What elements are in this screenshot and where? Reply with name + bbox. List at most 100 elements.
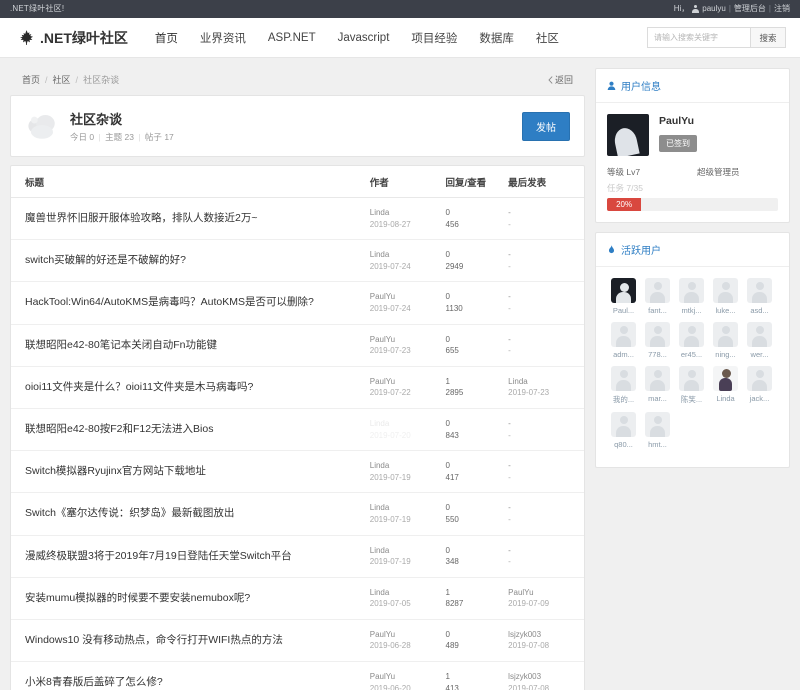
active-user-item[interactable]: ning... bbox=[709, 322, 742, 359]
status-badge[interactable]: 已签到 bbox=[659, 135, 697, 152]
active-user-item[interactable]: luke... bbox=[709, 278, 742, 315]
nav-item-javascript[interactable]: Javascript bbox=[327, 32, 401, 44]
active-user-item[interactable]: mar... bbox=[641, 366, 674, 405]
topic-title-link[interactable]: switch买破解的好还是不破解的好? bbox=[25, 249, 366, 267]
active-user-item[interactable]: mtkj... bbox=[675, 278, 708, 315]
avatar[interactable] bbox=[679, 322, 704, 347]
nav-item-industry-news[interactable]: 业界资讯 bbox=[189, 30, 257, 46]
active-user-item[interactable]: Paul... bbox=[607, 278, 640, 315]
author-name[interactable]: Linda bbox=[370, 207, 442, 219]
last-post-user[interactable]: lsjzyk003 bbox=[508, 629, 580, 641]
author-name[interactable]: PaulYu bbox=[370, 334, 442, 346]
breadcrumb-item-home[interactable]: 首页 bbox=[22, 73, 40, 86]
active-user-item[interactable]: q80... bbox=[607, 412, 640, 449]
search-button[interactable]: 搜索 bbox=[750, 27, 786, 48]
last-post-user[interactable]: - bbox=[508, 418, 580, 430]
table-row[interactable]: 安装mumu模拟器的时候要不要安装nemubox呢? Linda 2019-07-0… bbox=[11, 577, 584, 620]
search-input[interactable] bbox=[647, 27, 750, 48]
author-name[interactable]: Linda bbox=[370, 460, 442, 472]
active-user-item[interactable]: asd... bbox=[743, 278, 776, 315]
last-post-user[interactable]: PaulYu bbox=[508, 587, 580, 599]
active-user-item[interactable]: 778... bbox=[641, 322, 674, 359]
active-user-item[interactable]: jack... bbox=[743, 366, 776, 405]
avatar[interactable] bbox=[679, 278, 704, 303]
avatar[interactable] bbox=[611, 278, 636, 303]
topic-title-link[interactable]: HackTool:Win64/AutoKMS是病毒吗？AutoKMS是否可以删除… bbox=[25, 291, 366, 309]
avatar[interactable] bbox=[645, 322, 670, 347]
avatar[interactable] bbox=[713, 322, 738, 347]
active-user-item[interactable]: er45... bbox=[675, 322, 708, 359]
admin-panel-link[interactable]: 管理后台 bbox=[734, 0, 766, 18]
active-user-item[interactable]: 陈笑... bbox=[675, 366, 708, 405]
avatar[interactable] bbox=[611, 366, 636, 391]
avatar[interactable] bbox=[713, 278, 738, 303]
author-name[interactable]: Linda bbox=[370, 418, 442, 430]
avatar[interactable] bbox=[747, 322, 772, 347]
avatar[interactable] bbox=[611, 412, 636, 437]
table-row[interactable]: Switch模拟器Ryujinx官方网站下载地址 Linda 2019-07-19 0… bbox=[11, 450, 584, 494]
active-user-item[interactable]: adm... bbox=[607, 322, 640, 359]
topic-title-link[interactable]: 安装mumu模拟器的时候要不要安装nemubox呢? bbox=[25, 587, 366, 605]
table-row[interactable]: Switch《塞尔达传说：织梦岛》最新截图放出 Linda 2019-07-19 0 5… bbox=[11, 492, 584, 536]
last-post-user[interactable]: - bbox=[508, 207, 580, 219]
last-post-user[interactable]: - bbox=[508, 334, 580, 346]
avatar[interactable] bbox=[679, 366, 704, 391]
last-post-user[interactable]: - bbox=[508, 291, 580, 303]
active-user-item[interactable]: hmt... bbox=[641, 412, 674, 449]
avatar[interactable] bbox=[611, 322, 636, 347]
nav-item-community[interactable]: 社区 bbox=[525, 30, 570, 46]
back-link[interactable]: 返回 bbox=[548, 73, 573, 86]
active-user-item[interactable]: wer... bbox=[743, 322, 776, 359]
breadcrumb-item-community[interactable]: 社区 bbox=[53, 73, 71, 86]
nav-item-project-experience[interactable]: 项目经验 bbox=[400, 30, 468, 46]
avatar[interactable] bbox=[747, 278, 772, 303]
topic-title-link[interactable]: Switch模拟器Ryujinx官方网站下载地址 bbox=[25, 460, 366, 478]
last-post-user[interactable]: - bbox=[508, 460, 580, 472]
topic-title-link[interactable]: Switch《塞尔达传说：织梦岛》最新截图放出 bbox=[25, 502, 366, 520]
table-row[interactable]: 联想昭阳e42-80笔记本关闭自动Fn功能键 PaulYu 2019-07-23 0 6… bbox=[11, 324, 584, 367]
author-name[interactable]: PaulYu bbox=[370, 291, 442, 303]
active-user-item[interactable]: Linda bbox=[709, 366, 742, 405]
table-row[interactable]: 漫威终极联盟3将于2019年7月19日登陆任天堂Switch平台 Linda 201… bbox=[11, 535, 584, 578]
nav-item-database[interactable]: 数据库 bbox=[468, 30, 525, 46]
topic-title-link[interactable]: 联想昭阳e42-80笔记本关闭自动Fn功能键 bbox=[25, 334, 366, 352]
table-row[interactable]: switch买破解的好还是不破解的好? Linda 2019-07-24 0 2949-… bbox=[11, 239, 584, 283]
nav-item-home[interactable]: 首页 bbox=[144, 30, 189, 46]
author-name[interactable]: PaulYu bbox=[370, 671, 442, 683]
avatar[interactable] bbox=[645, 412, 670, 437]
active-user-item[interactable]: 我的... bbox=[607, 366, 640, 405]
author-name[interactable]: PaulYu bbox=[370, 376, 442, 388]
table-row[interactable]: HackTool:Win64/AutoKMS是病毒吗？AutoKMS是否可以删除… bbox=[11, 281, 584, 325]
new-post-button[interactable]: 发帖 bbox=[522, 111, 570, 141]
table-row[interactable]: 联想昭阳e42-80按F2和F12无法进入Bios Linda 2019-07-20… bbox=[11, 408, 584, 452]
logout-link[interactable]: 注销 bbox=[774, 0, 790, 18]
author-name[interactable]: Linda bbox=[370, 587, 442, 599]
avatar[interactable] bbox=[645, 366, 670, 391]
author-name[interactable]: Linda bbox=[370, 502, 442, 514]
username-link[interactable]: paulyu bbox=[702, 0, 726, 18]
avatar[interactable] bbox=[645, 278, 670, 303]
topic-title-link[interactable]: 漫威终极联盟3将于2019年7月19日登陆任天堂Switch平台 bbox=[25, 545, 366, 563]
avatar[interactable] bbox=[713, 366, 738, 391]
last-post-user[interactable]: - bbox=[508, 249, 580, 261]
topic-title-link[interactable]: Windows10 没有移动热点，命令行打开WIFI热点的方法 bbox=[25, 629, 366, 647]
table-row[interactable]: oioi11文件夹是什么？oioi11文件夹是木马病毒吗? PaulYu 2019-… bbox=[11, 366, 584, 409]
active-user-item[interactable]: fant... bbox=[641, 278, 674, 315]
topic-title-link[interactable]: oioi11文件夹是什么？oioi11文件夹是木马病毒吗? bbox=[25, 376, 366, 394]
topic-title-link[interactable]: 小米8青春版后盖碎了怎么修? bbox=[25, 671, 366, 689]
last-post-user[interactable]: Linda bbox=[508, 376, 580, 388]
last-post-user[interactable]: - bbox=[508, 502, 580, 514]
author-name[interactable]: PaulYu bbox=[370, 629, 442, 641]
table-row[interactable]: Windows10 没有移动热点，命令行打开WIFI热点的方法 PaulYu 201… bbox=[11, 619, 584, 663]
topic-title-link[interactable]: 联想昭阳e42-80按F2和F12无法进入Bios bbox=[25, 418, 366, 436]
avatar[interactable] bbox=[747, 366, 772, 391]
site-brand[interactable]: .NET绿叶社区 bbox=[18, 28, 128, 48]
last-post-user[interactable]: - bbox=[508, 545, 580, 557]
table-row[interactable]: 小米8青春版后盖碎了怎么修? PaulYu 2019-06-20 1 413 lsjzyk… bbox=[11, 661, 584, 690]
author-name[interactable]: Linda bbox=[370, 545, 442, 557]
last-post-user[interactable]: lsjzyk003 bbox=[508, 671, 580, 683]
avatar[interactable] bbox=[607, 114, 649, 156]
author-name[interactable]: Linda bbox=[370, 249, 442, 261]
topic-title-link[interactable]: 魔兽世界怀旧服开服体验攻略，排队人数接近2万~ bbox=[25, 207, 366, 225]
nav-item-aspnet[interactable]: ASP.NET bbox=[257, 32, 327, 44]
